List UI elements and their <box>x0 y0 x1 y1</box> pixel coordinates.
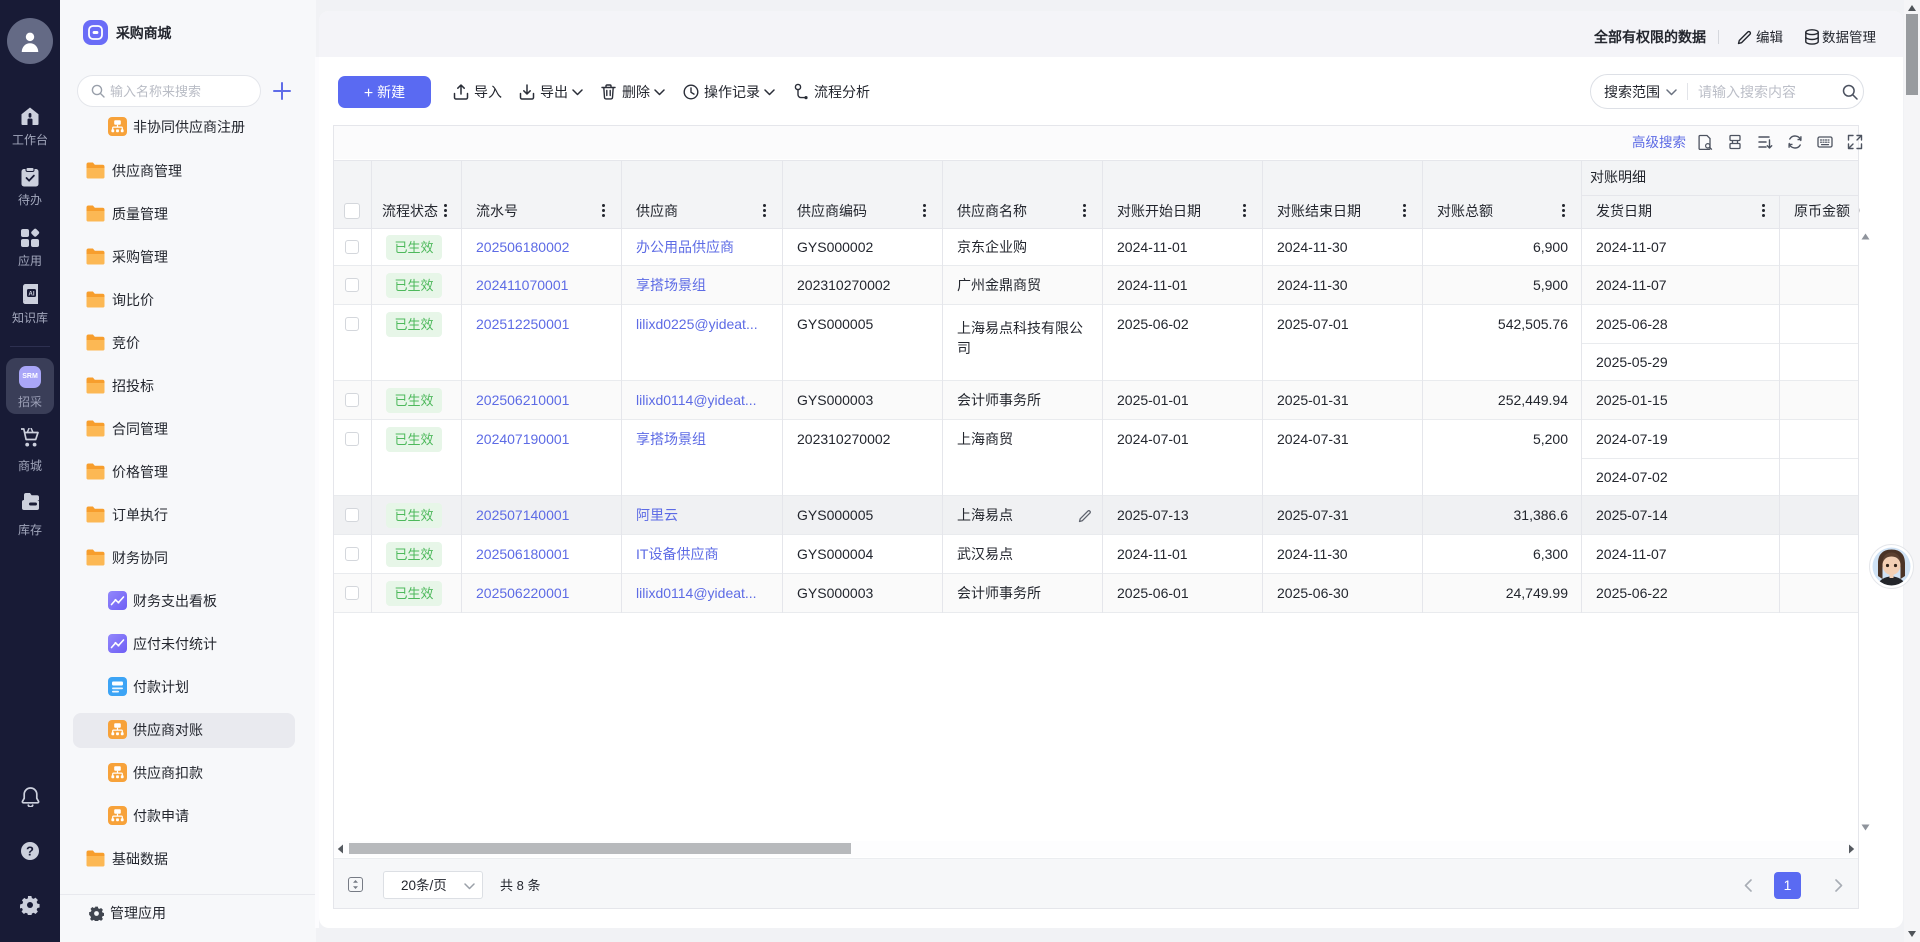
svg-text:AI: AI <box>28 290 34 297</box>
svg-text:?: ? <box>26 844 34 859</box>
